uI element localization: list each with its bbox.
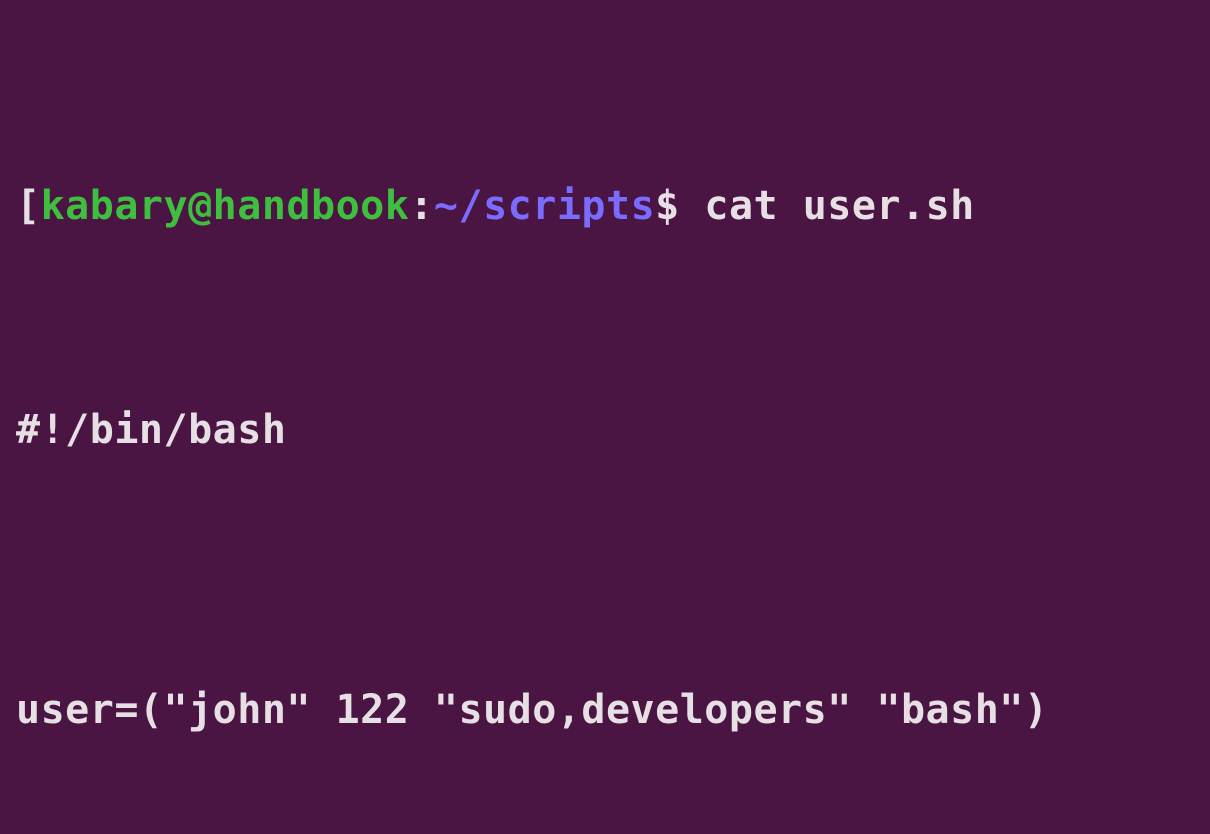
- script-line: user=("john" 122 "sudo,developers" "bash…: [16, 682, 1194, 738]
- terminal-line: [kabary@handbook:~/scripts$ cat user.sh: [16, 178, 1194, 234]
- prompt-user-host: kabary@handbook: [41, 183, 410, 229]
- command-cat: cat user.sh: [704, 183, 974, 229]
- prompt-dollar: $: [655, 183, 680, 229]
- prompt-path: ~/scripts: [434, 183, 655, 229]
- terminal-window[interactable]: [kabary@handbook:~/scripts$ cat user.sh …: [0, 0, 1210, 834]
- prompt-bracket: [: [16, 183, 41, 229]
- prompt-colon: :: [409, 183, 434, 229]
- command-text: [680, 183, 705, 229]
- script-line: #!/bin/bash: [16, 402, 1194, 458]
